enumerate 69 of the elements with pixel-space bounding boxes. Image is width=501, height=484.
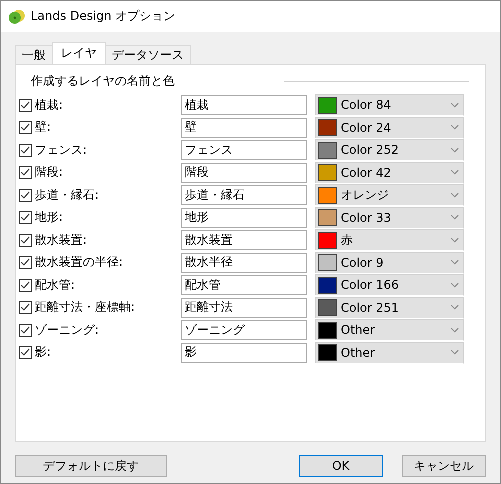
layer-label: 散水装置: [35, 232, 88, 249]
layer-label: 地形: [35, 209, 64, 226]
color-dropdown[interactable]: Color 33 [315, 206, 464, 229]
chevron-down-icon [451, 215, 459, 220]
window-title: Lands Design オプション [31, 8, 176, 25]
color-dropdown[interactable]: Color 166 [315, 274, 464, 296]
checkbox[interactable] [19, 98, 32, 112]
layer-name-field[interactable]: ゾーニング [181, 320, 307, 340]
color-dropdown[interactable]: Color 84 [315, 94, 464, 116]
color-dropdown[interactable]: Other [315, 342, 464, 364]
layer-name-field[interactable]: 配水管 [181, 275, 307, 296]
layer-name-field[interactable]: 影 [181, 342, 307, 363]
checkbox[interactable] [19, 234, 32, 247]
checkbox[interactable] [19, 278, 32, 292]
checkbox[interactable] [19, 324, 32, 337]
checkbox[interactable] [19, 301, 32, 314]
tab[interactable]: レイヤ [52, 42, 106, 64]
layer-label: ゾーニング: [35, 322, 100, 339]
layer-label: 散水装置の半径: [35, 254, 124, 272]
checkbox[interactable] [19, 144, 32, 157]
chevron-down-icon [451, 125, 459, 130]
layer-name-field[interactable]: フェンス [181, 140, 307, 160]
chevron-down-icon [451, 238, 459, 243]
layer-label: 壁: [35, 119, 52, 136]
chevron-down-icon [451, 305, 459, 310]
dialog-button[interactable]: デフォルトに戻す [15, 455, 167, 477]
layer-name-field[interactable]: 植栽 [181, 95, 307, 116]
dialog-button[interactable]: OK [299, 455, 383, 477]
chevron-down-icon [451, 148, 459, 153]
chevron-down-icon [451, 282, 459, 288]
color-dropdown[interactable]: Color 9 [315, 252, 464, 274]
checkbox[interactable] [19, 211, 32, 224]
layer-label: 配水管: [35, 276, 76, 294]
app-logo-icon [9, 8, 25, 24]
checkbox[interactable] [19, 121, 32, 134]
chevron-down-icon [451, 260, 459, 266]
layer-label: 距離寸法・座標軸: [35, 299, 136, 316]
group-title: 作成するレイヤの名前と色 [31, 73, 175, 90]
layer-name-field[interactable]: 階段 [181, 162, 307, 183]
layer-name-field[interactable]: 壁 [181, 118, 307, 138]
checkbox[interactable] [19, 166, 32, 180]
chevron-down-icon [451, 350, 459, 356]
chevron-down-icon [451, 192, 459, 198]
layer-label: フェンス: [35, 142, 88, 159]
layer-name-field[interactable]: 距離寸法 [181, 298, 307, 318]
tab[interactable]: データソース [105, 45, 191, 64]
color-dropdown[interactable]: オレンジ [315, 184, 464, 206]
checkbox[interactable] [19, 188, 32, 202]
color-dropdown[interactable]: Color 252 [315, 139, 464, 162]
color-dropdown[interactable]: Other [315, 319, 464, 342]
layer-name-field[interactable]: 地形 [181, 208, 307, 228]
chevron-down-icon [451, 170, 459, 176]
layer-name-field[interactable]: 歩道・縁石 [181, 185, 307, 206]
dialog-button[interactable]: キャンセル [402, 455, 486, 477]
chevron-down-icon [451, 328, 459, 333]
checkbox[interactable] [19, 256, 32, 270]
layer-name-field[interactable]: 散水半径 [181, 252, 307, 273]
color-dropdown[interactable]: Color 24 [315, 116, 464, 139]
layer-name-field[interactable]: 散水装置 [181, 230, 307, 250]
checkbox[interactable] [19, 346, 32, 360]
layer-label: 階段: [35, 164, 64, 182]
color-dropdown[interactable]: Color 251 [315, 296, 464, 319]
layer-label: 影: [35, 344, 52, 362]
chevron-down-icon [451, 102, 459, 108]
color-dropdown[interactable]: 赤 [315, 229, 464, 252]
layer-label: 植栽: [35, 96, 64, 114]
color-dropdown[interactable]: Color 42 [315, 162, 464, 184]
tab[interactable]: 一般 [15, 45, 53, 64]
layer-label: 歩道・縁石: [35, 186, 100, 204]
